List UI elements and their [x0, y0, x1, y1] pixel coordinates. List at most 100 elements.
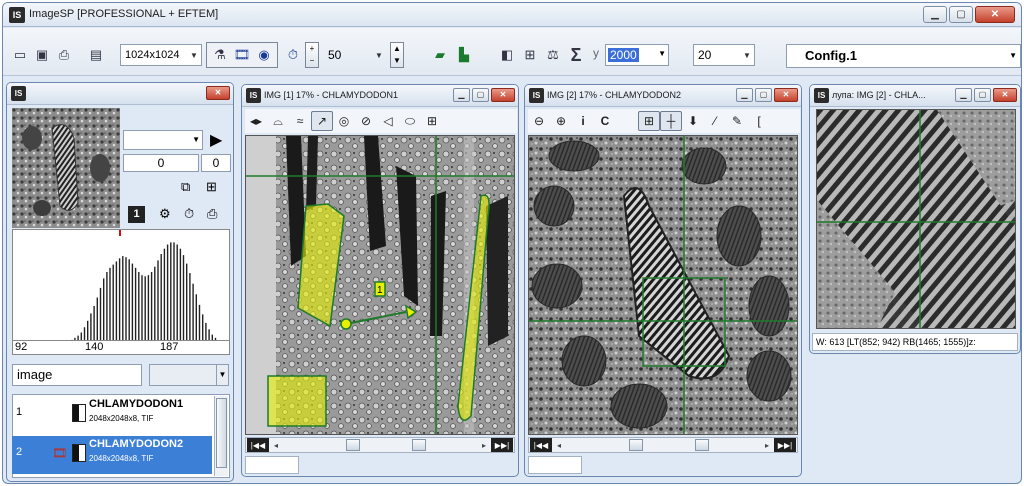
magnifier-viewport[interactable]: [816, 109, 1016, 329]
zoom-in-icon[interactable]: ⊕: [550, 111, 572, 131]
field-select[interactable]: 20 ▼: [693, 44, 755, 66]
window-titlebar[interactable]: IS IMG [2] 17% - CHLAMYDODON2 ▁ ▢ ✕: [525, 85, 801, 107]
monitor-icon[interactable]: ▤: [87, 46, 105, 64]
grid-icon[interactable]: ⊞: [521, 46, 539, 64]
close-button[interactable]: ✕: [206, 86, 230, 100]
close-button[interactable]: ✕: [993, 88, 1017, 102]
app-titlebar[interactable]: IS ImageSP [PROFESSIONAL + EFTEM] ▁ ▢ ✕: [3, 3, 1021, 27]
scroll-thumb[interactable]: [216, 398, 227, 468]
stopwatch-icon[interactable]: ⏱: [184, 206, 194, 222]
magnifier-window: IS лупа: IMG [2] - CHLA... ▁ ▢ ✕ W: 613 …: [809, 84, 1021, 354]
save-icon[interactable]: ▣: [33, 46, 51, 64]
pen-icon[interactable]: ✎: [726, 111, 748, 131]
zoom-out-icon[interactable]: ⊖: [528, 111, 550, 131]
last-frame-button[interactable]: ▶▶|: [774, 438, 796, 452]
minimize-button[interactable]: ▁: [736, 88, 753, 102]
image-viewport-2[interactable]: [528, 135, 798, 435]
last-frame-button[interactable]: ▶▶|: [491, 438, 513, 452]
scroll-left-icon[interactable]: ◂: [270, 441, 282, 450]
list-scrollbar[interactable]: [214, 396, 228, 476]
circle-icon[interactable]: ◎: [333, 111, 355, 131]
grid-icon[interactable]: ⊞: [206, 179, 217, 195]
play-icon[interactable]: ▶: [210, 130, 222, 150]
spin-arrows[interactable]: ▲ ▼: [390, 42, 404, 68]
grid-icon[interactable]: ⊞: [638, 111, 660, 131]
polygon-icon[interactable]: ◁: [377, 111, 399, 131]
minimize-button[interactable]: ▁: [453, 88, 470, 102]
first-frame-button[interactable]: |◀◀: [530, 438, 552, 452]
crosshair-icon[interactable]: ┼: [660, 111, 682, 131]
grid-icon[interactable]: ⊞: [421, 111, 443, 131]
scroll-right-icon[interactable]: ▸: [761, 441, 773, 450]
print-icon[interactable]: ⎙: [207, 206, 217, 222]
scroll-thumb[interactable]: [346, 439, 360, 451]
spin-value-field[interactable]: 50 ▼: [323, 44, 387, 66]
film-icon[interactable]: 🎞: [233, 46, 251, 64]
copy-icon[interactable]: ⧉: [181, 179, 190, 195]
image-type-select[interactable]: ▼: [149, 364, 229, 386]
info-icon[interactable]: i: [572, 111, 594, 131]
layer-icon[interactable]: ▰: [431, 46, 449, 64]
minimize-button[interactable]: ▁: [923, 6, 947, 23]
open-icon[interactable]: ▭: [11, 46, 29, 64]
scroll-track[interactable]: [282, 439, 478, 451]
y-input[interactable]: 2000 ▼: [605, 44, 669, 66]
lasso-icon[interactable]: ⌓: [267, 111, 289, 131]
point-icon[interactable]: ↗: [311, 111, 333, 131]
close-button[interactable]: ✕: [491, 88, 515, 102]
bracket-icon[interactable]: ◂▸: [245, 111, 267, 131]
horizontal-scrollbar[interactable]: |◀◀ ◂ ▸ ▶▶|: [245, 437, 515, 453]
close-button[interactable]: ✕: [975, 6, 1015, 23]
close-button[interactable]: ✕: [774, 88, 798, 102]
scroll-thumb[interactable]: [412, 439, 426, 451]
scroll-thumb[interactable]: [629, 439, 643, 451]
scroll-track[interactable]: [565, 439, 761, 451]
balance-icon[interactable]: ⚖: [544, 46, 562, 64]
counter-a[interactable]: 0: [123, 154, 199, 172]
scroll-right-icon[interactable]: ▸: [478, 441, 490, 450]
channel-badge[interactable]: 1: [128, 206, 145, 223]
split-icon[interactable]: ◧: [498, 46, 516, 64]
image-list-item-selected[interactable]: 2 🎞 CHLAMYDODON2 2048x2048x8, TIF: [12, 436, 212, 474]
ellipse-icon[interactable]: ⬭: [399, 111, 421, 131]
panel-titlebar[interactable]: IS ✕: [7, 83, 233, 105]
line-icon[interactable]: ≈: [289, 111, 311, 131]
first-frame-button[interactable]: |◀◀: [247, 438, 269, 452]
window-titlebar[interactable]: IS лупа: IMG [2] - CHLA... ▁ ▢ ✕: [810, 85, 1020, 107]
filter-icon[interactable]: ⚙: [159, 206, 171, 222]
image-viewport-1[interactable]: 1: [245, 135, 515, 435]
microscope-icon[interactable]: ⚗: [211, 46, 229, 64]
ring-icon[interactable]: ⊘: [355, 111, 377, 131]
camera-icon[interactable]: ◉: [255, 46, 273, 64]
calibrate-icon[interactable]: C: [594, 111, 616, 131]
config-select[interactable]: Config.1 ▼: [786, 44, 1021, 68]
maximize-button[interactable]: ▢: [755, 88, 772, 102]
histogram-bar: [182, 255, 185, 340]
image-list-item[interactable]: 1 CHLAMYDODON1 2048x2048x8, TIF: [12, 396, 230, 434]
horizontal-scrollbar[interactable]: |◀◀ ◂ ▸ ▶▶|: [528, 437, 798, 453]
image-icon[interactable]: ▙: [455, 46, 473, 64]
counter-b[interactable]: 0: [201, 154, 231, 172]
histogram[interactable]: [12, 229, 230, 341]
histogram-marker[interactable]: [119, 230, 121, 236]
resolution-select[interactable]: 1024x1024 ▼: [120, 44, 202, 66]
maximize-button[interactable]: ▢: [974, 88, 991, 102]
line-icon[interactable]: ⁄: [704, 111, 726, 131]
sigma-icon[interactable]: Σ: [567, 45, 585, 65]
maximize-button[interactable]: ▢: [949, 6, 973, 23]
channel-combo[interactable]: ▼: [123, 130, 203, 150]
minimize-button[interactable]: ▁: [955, 88, 972, 102]
print-icon[interactable]: ⎙: [55, 46, 73, 64]
stopwatch-icon[interactable]: ⏱: [284, 46, 302, 64]
bracket-icon[interactable]: [: [748, 111, 770, 131]
marker-icon[interactable]: ⬇: [682, 111, 704, 131]
window-titlebar[interactable]: IS IMG [1] 17% - CHLAMYDODON1 ▁ ▢ ✕: [242, 85, 518, 107]
scroll-thumb[interactable]: [695, 439, 709, 451]
spin-plus-minus[interactable]: + −: [305, 42, 319, 68]
scroll-left-icon[interactable]: ◂: [553, 441, 565, 450]
item-meta: 2048x2048x8, TIF: [89, 414, 154, 423]
image-name-input[interactable]: image: [12, 364, 142, 386]
thumbnail-image[interactable]: [12, 108, 120, 228]
maximize-button[interactable]: ▢: [472, 88, 489, 102]
histogram-bar: [150, 272, 153, 340]
